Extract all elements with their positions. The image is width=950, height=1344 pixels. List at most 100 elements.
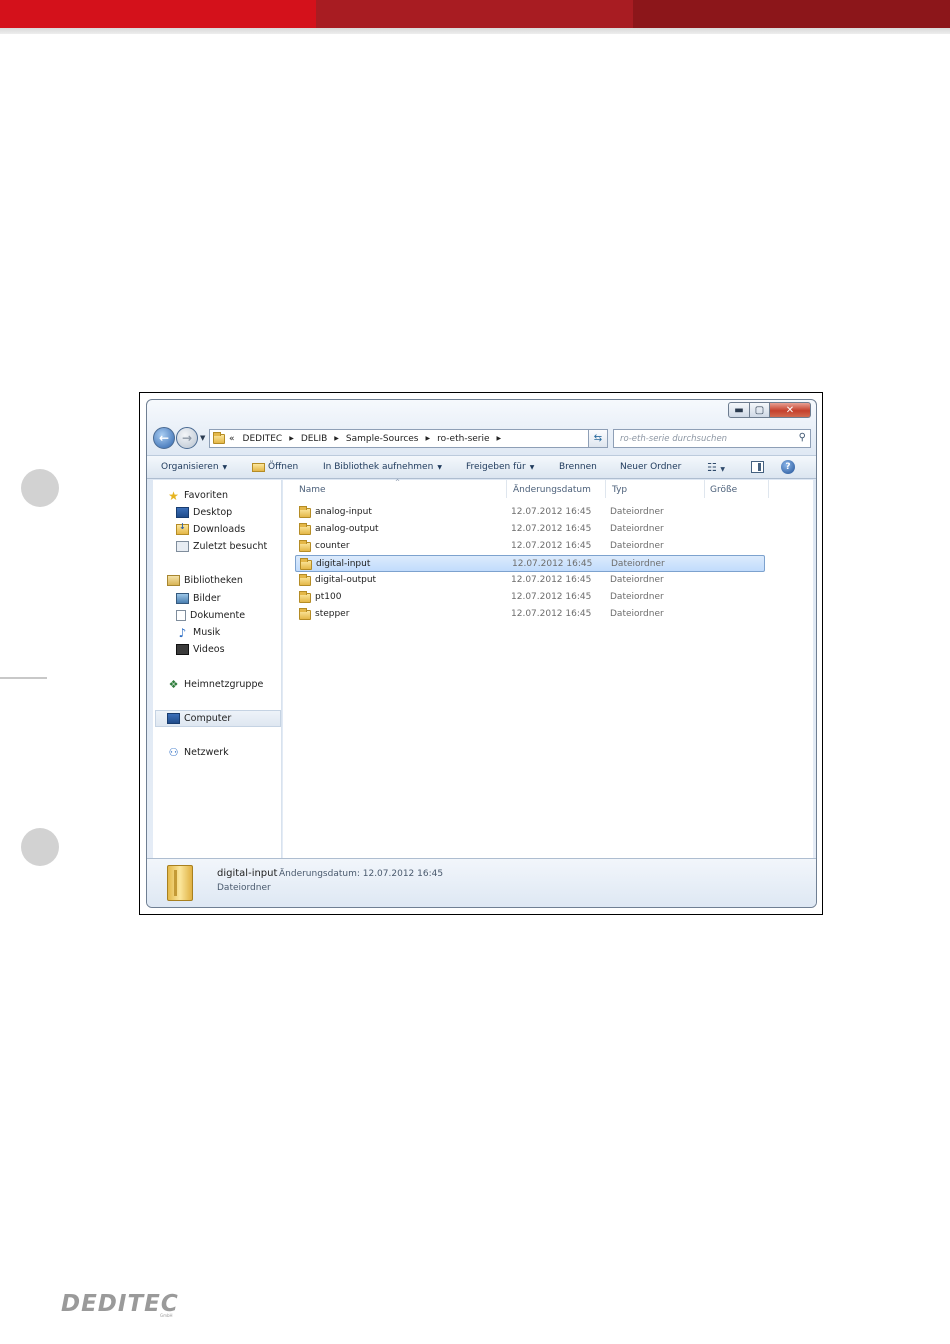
breadcrumb-separator-icon[interactable]: ▶ xyxy=(334,435,339,442)
organize-menu[interactable]: Organisieren ▼ xyxy=(161,462,227,472)
column-divider[interactable] xyxy=(704,480,705,498)
file-row[interactable]: analog-input 12.07.2012 16:45 Dateiordner xyxy=(295,504,765,521)
file-row[interactable]: pt100 12.07.2012 16:45 Dateiordner xyxy=(295,589,765,606)
details-name: digital-input xyxy=(217,868,278,879)
column-header-type[interactable]: Typ xyxy=(612,485,627,495)
search-placeholder: ro-eth-serie durchsuchen xyxy=(620,433,728,444)
nav-recent[interactable]: Zuletzt besucht xyxy=(176,541,267,552)
nav-music-label: Musik xyxy=(193,627,221,638)
back-button[interactable]: ← xyxy=(153,427,175,449)
nav-pictures[interactable]: Bilder xyxy=(176,593,221,604)
breadcrumb-overflow[interactable]: « xyxy=(229,434,235,444)
header-rule xyxy=(0,28,950,34)
share-label: Freigeben für xyxy=(466,462,526,472)
search-input[interactable]: ro-eth-serie durchsuchen ⚲ xyxy=(613,429,811,448)
folder-icon xyxy=(299,540,311,552)
forward-button[interactable]: → xyxy=(176,427,198,449)
header-bar-left xyxy=(0,0,316,28)
file-list: ^ Name Änderungsdatum Typ Größe analog-i… xyxy=(283,479,813,858)
share-with-menu[interactable]: Freigeben für ▼ xyxy=(466,462,534,472)
chevron-down-icon: ▼ xyxy=(720,466,725,473)
nav-downloads[interactable]: Downloads xyxy=(176,522,246,535)
nav-documents[interactable]: Dokumente xyxy=(176,610,245,621)
nav-homegroup[interactable]: ❖ Heimnetzgruppe xyxy=(167,678,264,691)
file-row[interactable]: digital-output 12.07.2012 16:45 Dateiordne… xyxy=(295,572,765,589)
file-row[interactable]: digital-input 12.07.2012 16:45 Dateiordner xyxy=(295,555,765,572)
desktop-icon xyxy=(176,507,189,518)
file-date: 12.07.2012 16:45 xyxy=(511,541,592,551)
burn-button[interactable]: Brennen xyxy=(559,462,597,472)
breadcrumb-separator-icon[interactable]: ▶ xyxy=(426,435,431,442)
search-icon[interactable]: ⚲ xyxy=(799,432,806,443)
nav-computer[interactable]: Computer xyxy=(167,713,231,724)
file-type: Dateiordner xyxy=(610,507,664,517)
column-header-date[interactable]: Änderungsdatum xyxy=(513,485,591,495)
punch-hole-bottom xyxy=(21,828,59,866)
close-button[interactable]: ✕ xyxy=(770,402,811,418)
nav-recent-label: Zuletzt besucht xyxy=(193,541,268,552)
change-view-button[interactable]: ☷ ▼ xyxy=(707,461,725,474)
navigation-pane: ★ Favoriten Desktop Downloads Zuletzt bes… xyxy=(153,480,282,858)
breadcrumb-ro-eth-serie[interactable]: ro-eth-serie xyxy=(437,434,489,444)
file-row[interactable]: counter 12.07.2012 16:45 Dateiordner xyxy=(295,538,765,555)
view-list-icon: ☷ xyxy=(707,461,717,474)
breadcrumb-separator-icon[interactable]: ▶ xyxy=(289,435,294,442)
include-in-library-menu[interactable]: In Bibliothek aufnehmen ▼ xyxy=(323,462,442,472)
file-type: Dateiordner xyxy=(610,592,664,602)
new-folder-button[interactable]: Neuer Ordner xyxy=(620,462,681,472)
refresh-button[interactable]: ⇆ xyxy=(588,429,608,448)
header-bar-middle xyxy=(316,0,633,28)
folder-icon xyxy=(213,431,225,444)
arrow-right-icon: → xyxy=(181,431,193,445)
network-icon: ⚇ xyxy=(168,746,179,759)
caption-buttons: ▬ ▢ ✕ xyxy=(728,402,811,418)
fold-mark xyxy=(0,677,47,679)
chevron-down-icon: ▼ xyxy=(437,463,442,471)
header-bar-right xyxy=(633,0,950,28)
column-header-name[interactable]: Name xyxy=(299,485,326,495)
film-icon xyxy=(176,644,189,655)
open-button[interactable]: Öffnen xyxy=(252,462,298,472)
folder-icon xyxy=(299,591,311,603)
preview-pane-button[interactable] xyxy=(751,461,764,473)
column-header-size[interactable]: Größe xyxy=(710,485,737,495)
nav-computer-label: Computer xyxy=(184,713,232,724)
nav-desktop[interactable]: Desktop xyxy=(176,507,232,518)
nav-downloads-label: Downloads xyxy=(193,524,246,535)
file-date: 12.07.2012 16:45 xyxy=(512,559,593,569)
breadcrumb-deditec[interactable]: DEDITEC xyxy=(243,434,283,444)
folder-icon xyxy=(167,865,193,901)
file-row[interactable]: stepper 12.07.2012 16:45 Dateiordner xyxy=(295,606,765,623)
maximize-button[interactable]: ▢ xyxy=(750,402,770,418)
nav-videos[interactable]: Videos xyxy=(176,644,225,655)
file-type: Dateiordner xyxy=(610,609,664,619)
nav-music[interactable]: ♪ Musik xyxy=(176,625,221,640)
nav-videos-label: Videos xyxy=(193,644,225,655)
help-button[interactable]: ? xyxy=(781,460,795,474)
open-folder-icon xyxy=(252,462,265,472)
column-divider[interactable] xyxy=(768,480,769,498)
arrow-left-icon: ← xyxy=(158,431,170,445)
computer-icon xyxy=(167,713,180,724)
address-bar[interactable]: « DEDITEC ▶ DELIB ▶ Sample-Sources ▶ ro-… xyxy=(209,429,607,448)
star-icon: ★ xyxy=(168,488,179,503)
file-row[interactable]: analog-output 12.07.2012 16:45 Dateiordner xyxy=(295,521,765,538)
breadcrumb-delib[interactable]: DELIB xyxy=(301,434,327,444)
recent-pages-dropdown[interactable]: ▼ xyxy=(200,434,205,442)
file-type: Dateiordner xyxy=(611,559,665,569)
music-note-icon: ♪ xyxy=(178,625,187,640)
details-type: Dateiordner xyxy=(217,883,271,893)
downloads-icon xyxy=(176,522,189,535)
minimize-button[interactable]: ▬ xyxy=(728,402,750,418)
file-name: digital-input xyxy=(316,559,371,569)
chevron-down-icon: ▼ xyxy=(529,463,535,471)
nav-network[interactable]: ⚇ Netzwerk xyxy=(167,746,229,759)
breadcrumb-separator-icon[interactable]: ▶ xyxy=(497,435,502,442)
nav-libraries[interactable]: Bibliotheken xyxy=(167,575,243,586)
breadcrumb-sample-sources[interactable]: Sample-Sources xyxy=(346,434,419,444)
nav-libraries-label: Bibliotheken xyxy=(184,575,243,586)
command-bar: Organisieren ▼ Öffnen In Bibliothek aufne… xyxy=(147,455,816,479)
column-divider[interactable] xyxy=(605,480,606,498)
nav-favorites[interactable]: ★ Favoriten xyxy=(167,488,228,503)
column-divider[interactable] xyxy=(506,480,507,498)
